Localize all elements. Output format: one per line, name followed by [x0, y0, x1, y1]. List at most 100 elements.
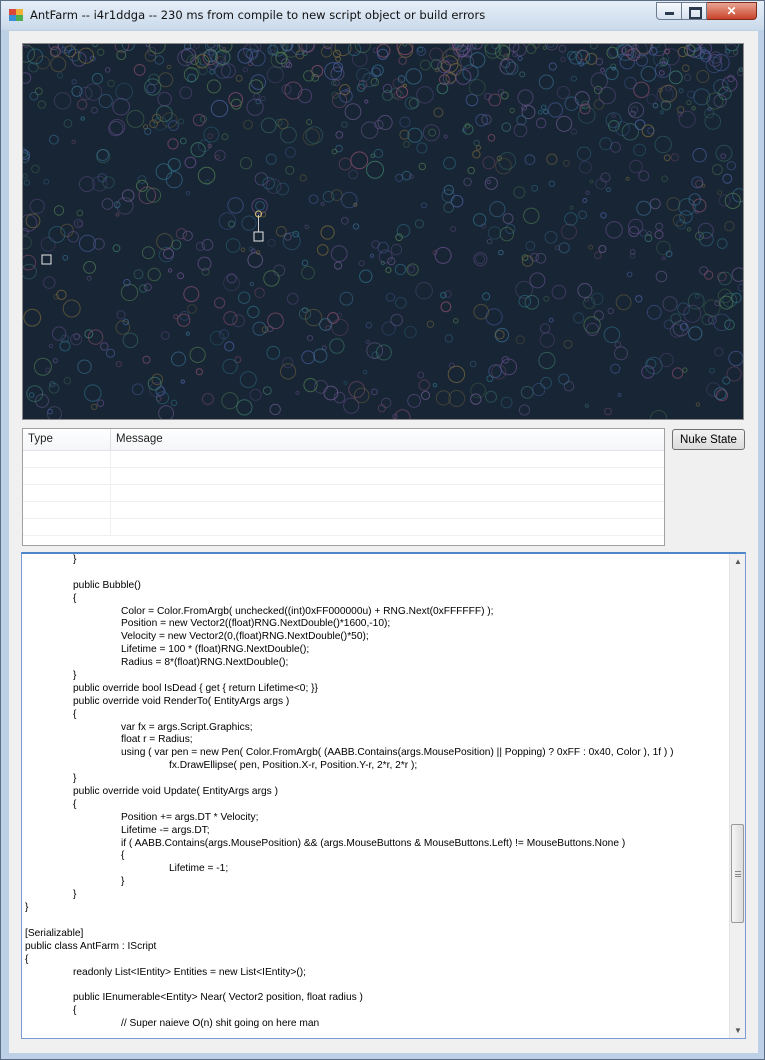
bubble[interactable] [736, 68, 743, 77]
bubble[interactable] [417, 371, 425, 379]
bubble[interactable] [267, 238, 276, 247]
bubble[interactable] [362, 369, 368, 375]
code-line[interactable]: Lifetime -= args.DT; [22, 825, 730, 838]
bubble[interactable] [656, 85, 674, 104]
bubble[interactable] [402, 44, 408, 47]
bubble[interactable] [717, 238, 728, 249]
bubble[interactable] [192, 113, 206, 127]
bubble[interactable] [177, 272, 185, 280]
bubble[interactable] [154, 55, 164, 65]
bubble[interactable] [652, 102, 659, 109]
bubble[interactable] [629, 159, 643, 174]
bubble[interactable] [548, 317, 554, 323]
bubble[interactable] [640, 66, 657, 82]
bubble[interactable] [598, 86, 616, 105]
vertical-scrollbar[interactable]: ▲ ▼ [729, 554, 745, 1038]
bubble[interactable] [210, 99, 229, 118]
bubble[interactable] [647, 127, 655, 135]
code-line[interactable]: } [22, 670, 730, 683]
bubble[interactable] [48, 382, 60, 394]
bubble[interactable] [238, 291, 251, 304]
bubble[interactable] [115, 82, 133, 101]
bubble[interactable] [519, 71, 526, 78]
bubble[interactable] [167, 268, 173, 273]
bubble[interactable] [541, 104, 547, 111]
bubble[interactable] [165, 171, 183, 189]
bubble[interactable] [666, 197, 681, 211]
render-canvas[interactable] [22, 43, 744, 420]
bubble[interactable] [201, 393, 214, 405]
bubble[interactable] [472, 150, 481, 159]
bubble[interactable] [716, 190, 723, 196]
bubble[interactable] [380, 260, 385, 266]
bubble[interactable] [419, 59, 431, 71]
bubble[interactable] [120, 283, 139, 302]
bubble[interactable] [396, 224, 411, 238]
bubble[interactable] [701, 183, 706, 188]
bubble[interactable] [394, 296, 407, 309]
bubble[interactable] [377, 48, 389, 60]
bubble[interactable] [467, 166, 476, 175]
bubble[interactable] [603, 326, 621, 344]
bubble[interactable] [695, 402, 701, 407]
bubble[interactable] [67, 231, 80, 243]
bubble[interactable] [561, 223, 577, 240]
scroll-up-icon[interactable]: ▲ [730, 554, 745, 570]
bubble[interactable] [518, 404, 530, 416]
bubble[interactable] [354, 44, 371, 54]
bubble[interactable] [276, 182, 290, 196]
bubble[interactable] [678, 110, 696, 128]
bubble[interactable] [285, 165, 295, 175]
bubble[interactable] [500, 91, 509, 100]
bubble[interactable] [470, 382, 486, 399]
bubble[interactable] [558, 373, 570, 385]
bubble[interactable] [682, 367, 688, 373]
bubble[interactable] [282, 357, 294, 369]
code-line[interactable]: [Serializable] [22, 928, 730, 941]
bubble[interactable] [133, 64, 146, 76]
bubble[interactable] [661, 175, 668, 182]
bubble[interactable] [116, 310, 126, 320]
bubble[interactable] [428, 128, 437, 137]
bubble[interactable] [422, 124, 440, 142]
bubble[interactable] [615, 294, 632, 311]
bubble[interactable] [45, 367, 51, 373]
bubble[interactable] [230, 98, 242, 110]
bubble[interactable] [189, 346, 206, 363]
bubble[interactable] [538, 351, 556, 370]
bubble[interactable] [366, 342, 384, 360]
bubble[interactable] [525, 241, 536, 251]
bubble[interactable] [524, 294, 540, 310]
bubble[interactable] [470, 393, 482, 405]
bubble[interactable] [544, 230, 558, 244]
bubble[interactable] [147, 267, 161, 282]
bubble[interactable] [144, 127, 152, 136]
bubble[interactable] [141, 246, 155, 260]
bubble[interactable] [475, 254, 486, 265]
bubble[interactable] [370, 153, 376, 158]
bubble[interactable] [403, 140, 410, 148]
bubble[interactable] [709, 367, 715, 374]
bubble[interactable] [283, 232, 292, 241]
code-line[interactable]: } [22, 773, 730, 786]
bubble[interactable] [167, 158, 181, 172]
bubble[interactable] [365, 322, 373, 329]
bubble[interactable] [407, 394, 422, 408]
bubble[interactable] [138, 186, 157, 205]
bubble[interactable] [611, 66, 616, 71]
bubble[interactable] [148, 44, 166, 54]
bubble[interactable] [500, 396, 513, 409]
bubble[interactable] [720, 153, 727, 159]
bubble[interactable] [475, 145, 481, 151]
bubble[interactable] [29, 198, 45, 214]
bubble[interactable] [482, 156, 496, 170]
bubble[interactable] [121, 189, 135, 202]
code-line[interactable]: Velocity = new Vector2(0,(float)RNG.Next… [22, 631, 730, 644]
bubble[interactable] [532, 382, 546, 397]
bubble[interactable] [564, 96, 579, 111]
bubble[interactable] [269, 403, 281, 416]
code-line[interactable]: { [22, 709, 730, 722]
bubble[interactable] [600, 212, 607, 219]
bubble[interactable] [711, 164, 723, 176]
bubble[interactable] [486, 179, 491, 185]
